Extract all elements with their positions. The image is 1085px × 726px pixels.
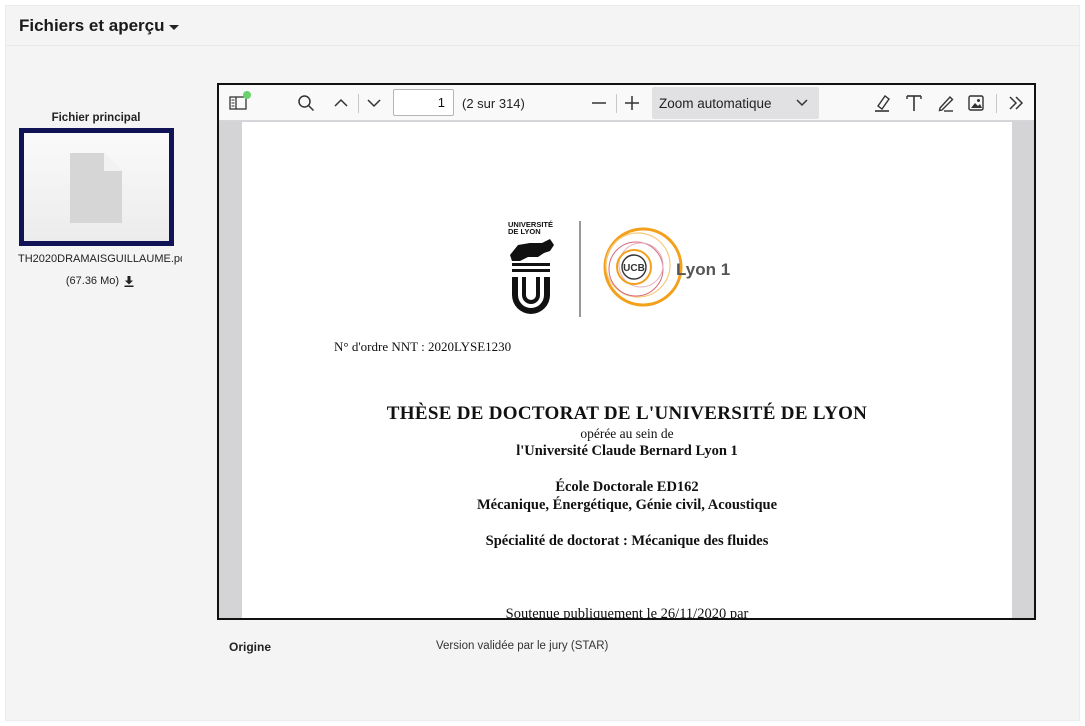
minus-icon [592, 102, 606, 104]
pdf-viewer: (2 sur 314) Zoom automatique [217, 83, 1036, 620]
viewer-toolbar: (2 sur 314) Zoom automatique [219, 85, 1034, 121]
find-button[interactable] [293, 89, 319, 117]
document-title: THÈSE DE DOCTORAT DE L'UNIVERSITÉ DE LYO… [386, 403, 868, 424]
logos: UNIVERSITÉ DE LYON UCB Lyon 1 [508, 220, 730, 317]
image-icon [968, 95, 984, 111]
add-image-button[interactable] [963, 89, 989, 117]
pen-icon [938, 95, 954, 112]
search-icon [298, 95, 315, 112]
chevron-up-icon [334, 98, 348, 107]
draw-button[interactable] [933, 89, 959, 117]
section-toggle[interactable]: Fichiers et aperçu [19, 16, 179, 36]
page-number-input[interactable] [393, 89, 454, 116]
file-name[interactable]: TH2020DRAMAISGUILLAUME.pdf [18, 253, 182, 265]
document-specialite: Spécialité de doctorat : Mécanique des f… [485, 533, 769, 549]
sidebar-toggle-icon [229, 91, 251, 110]
document-ecole-domain: Mécanique, Énergétique, Génie civil, Aco… [476, 497, 778, 513]
zoom-out-button[interactable] [587, 89, 611, 117]
caret-down-icon [168, 25, 179, 30]
lyon1-logo: UCB Lyon 1 [603, 227, 730, 307]
download-icon[interactable] [124, 275, 134, 287]
page-count: (2 sur 314) [462, 96, 525, 111]
double-chevron-right-icon [1009, 96, 1024, 110]
file-size-row: (67.36 Mo) [18, 275, 182, 287]
next-page-button[interactable] [361, 89, 387, 117]
zoom-in-button[interactable] [620, 89, 644, 117]
toolbar-separator [358, 94, 359, 113]
zoom-value: Zoom automatique [659, 96, 772, 111]
document-ecole: École Doctorale ED162 [555, 479, 699, 495]
origin-value: Version validée par le jury (STAR) [436, 640, 609, 652]
document-university: l'Université Claude Bernard Lyon 1 [516, 443, 738, 459]
highlighter-icon [875, 95, 890, 112]
text-icon [906, 95, 922, 111]
toolbar-separator [996, 94, 997, 113]
section-title: Fichiers et aperçu [19, 16, 165, 35]
universite-de-lyon-logo: UNIVERSITÉ DE LYON [508, 220, 554, 314]
chevron-down-icon [796, 99, 808, 107]
svg-text:DE LYON: DE LYON [508, 227, 541, 236]
divider [6, 45, 1079, 46]
origin-label: Origine [229, 640, 272, 654]
chevron-down-icon [367, 99, 381, 108]
file-icon [70, 153, 122, 223]
main-file-label: Fichier principal [51, 112, 141, 124]
tools-menu-button[interactable] [1003, 89, 1029, 117]
previous-page-button[interactable] [328, 89, 354, 117]
nnt-number: N° d'ordre NNT : 2020LYSE1230 [334, 339, 512, 354]
file-size: (67.36 Mo) [65, 275, 120, 287]
file-thumbnail[interactable] [19, 128, 174, 246]
toolbar-separator [616, 94, 617, 113]
svg-text:UCB: UCB [623, 263, 645, 274]
plus-icon [625, 96, 639, 110]
svg-text:Lyon 1: Lyon 1 [676, 260, 730, 279]
highlight-button[interactable] [869, 89, 895, 117]
zoom-select[interactable]: Zoom automatique [652, 87, 819, 119]
document-soutenue: Soutenue publiquement le 26/11/2020 par [505, 606, 749, 620]
document-operee: opérée au sein de [580, 426, 674, 441]
pdf-page: UNIVERSITÉ DE LYON UCB Lyon 1 N° d'ordre… [242, 122, 1012, 620]
sidebar-toggle-button[interactable] [225, 89, 255, 117]
text-tool-button[interactable] [901, 89, 927, 117]
